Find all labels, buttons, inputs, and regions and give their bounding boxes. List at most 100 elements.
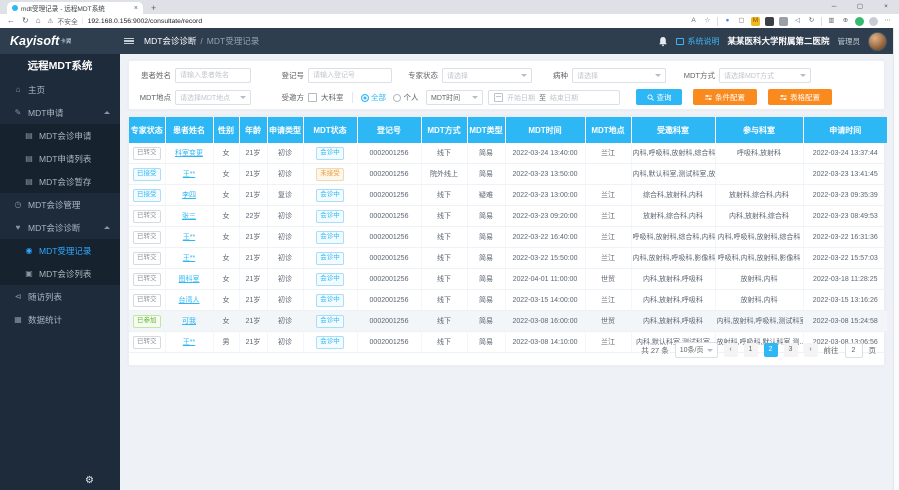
scrollbar[interactable]: [893, 28, 899, 490]
page-button-3[interactable]: 3: [784, 343, 798, 357]
mdt-status-tag: 会诊中: [316, 252, 344, 265]
table-row: 已转交科室变更女21岁初诊会诊中0002001256线下简易2022-03-24…: [129, 143, 887, 164]
home-icon[interactable]: ⌂: [36, 17, 41, 25]
sidebar-item-MDT会诊申请[interactable]: ▤MDT会诊申请: [0, 124, 120, 147]
column-header: MDT地点: [585, 117, 631, 143]
refresh-ext-icon[interactable]: ↻: [807, 17, 816, 26]
system-note-link[interactable]: 系统说明: [676, 36, 719, 47]
column-header: 年龄: [239, 117, 267, 143]
prev-page-button[interactable]: ‹: [724, 343, 738, 357]
patient-name-field: 患者姓名: [135, 68, 251, 83]
condition-config-button[interactable]: 条件配置: [693, 89, 757, 105]
patient-name-link[interactable]: 李四: [182, 192, 196, 199]
sidebar-item-label: MDT申请: [28, 107, 63, 119]
sidebar-item-MDT会诊暂存[interactable]: ▤MDT会诊暂存: [0, 170, 120, 193]
sidebar-item-label: MDT会诊暂存: [39, 176, 91, 188]
user-avatar[interactable]: [868, 32, 887, 51]
patient-name-link[interactable]: 台湾人: [179, 297, 200, 304]
next-page-button[interactable]: ›: [804, 343, 818, 357]
time-type-select[interactable]: MDT时间: [426, 90, 483, 105]
more-options-icon[interactable]: ⋯: [883, 17, 892, 26]
menu-collapse-icon[interactable]: [124, 38, 134, 45]
patient-name-input[interactable]: [175, 68, 251, 83]
disease-select[interactable]: 请选择: [572, 68, 666, 83]
minimize-button[interactable]: ─: [821, 0, 847, 14]
column-header: 申请时间: [803, 117, 887, 143]
sidebar-item-MDT会诊管理[interactable]: ◷MDT会诊管理: [0, 193, 120, 216]
table-row: 已转交图科室女21岁初诊会诊中0002001256线下简易2022-04-01 …: [129, 269, 887, 290]
search-button[interactable]: 查询: [636, 89, 682, 105]
expert-status-tag: 已转交: [133, 273, 161, 286]
patient-name-link[interactable]: 张三: [182, 213, 196, 220]
sidebar-item-主页[interactable]: ⌂主页: [0, 78, 120, 101]
text-zoom-icon[interactable]: A: [689, 17, 698, 26]
patient-name-link[interactable]: 可我: [182, 318, 196, 325]
close-button[interactable]: ×: [873, 0, 899, 14]
page-size-select[interactable]: 10条/页: [675, 342, 718, 358]
date-range-picker[interactable]: 开始日期 至 结束日期: [488, 90, 620, 105]
sidebar-item-label: MDT申请列表: [39, 153, 91, 165]
table-config-button[interactable]: 表格配置: [768, 89, 832, 105]
expert-status-select[interactable]: 请选择: [442, 68, 532, 83]
patient-name-link[interactable]: 科室变更: [175, 150, 203, 157]
sidebar-item-数据统计[interactable]: ▦数据统计: [0, 308, 120, 331]
sidebar: 远程MDT系统 ⌂主页✎MDT申请▤MDT会诊申请▤MDT申请列表▤MDT会诊暂…: [0, 54, 120, 490]
browser-essentials-icon[interactable]: ⊕: [841, 17, 850, 26]
split-screen-icon[interactable]: ▥: [827, 17, 836, 26]
patient-name-link[interactable]: 王**: [183, 234, 195, 241]
mdt-status-tag: 未接受: [316, 168, 344, 181]
goto-page-input[interactable]: [845, 343, 863, 358]
app-header: Kayisoft卡翼 MDT会诊诊断 / MDT受理记录 系统说明 某某医科大学…: [0, 28, 893, 54]
new-tab-button[interactable]: +: [151, 2, 156, 14]
mdt-mode-select[interactable]: 请选择MDT方式: [719, 68, 811, 83]
invitee-field: 受邀方 大科室 全部个人科室: [276, 90, 451, 105]
sidebar-menu: ⌂主页✎MDT申请▤MDT会诊申请▤MDT申请列表▤MDT会诊暂存◷MDT会诊管…: [0, 78, 120, 331]
mdt-place-select[interactable]: 请选择MDT地点: [175, 90, 251, 105]
disease-label: 病种: [548, 70, 568, 81]
extension-m-icon[interactable]: M: [751, 17, 760, 26]
table-row: 已参加可我女21岁初诊会诊中0002001256线下简易2022-03-08 1…: [129, 311, 887, 332]
table-row: 已接受王**女21岁初诊未接受0002001256院外线上简易2022-03-2…: [129, 164, 887, 185]
page-button-1[interactable]: 1: [744, 343, 758, 357]
dept-checkbox[interactable]: [308, 93, 317, 102]
home-icon: ⌂: [13, 86, 23, 94]
sidebar-item-MDT受理记录[interactable]: ◉MDT受理记录: [0, 239, 120, 262]
sidebar-item-随访列表[interactable]: ⊲随访列表: [0, 285, 120, 308]
sidebar-item-MDT会诊诊断[interactable]: ♥MDT会诊诊断: [0, 216, 120, 239]
settings-gear-icon[interactable]: ⚙: [85, 476, 94, 486]
reg-no-input[interactable]: [308, 68, 392, 83]
page-button-2[interactable]: 2: [764, 343, 778, 357]
sidebar-item-MDT申请列表[interactable]: ▤MDT申请列表: [0, 147, 120, 170]
user-role: 管理员: [838, 36, 861, 47]
radio-label: 个人: [404, 92, 419, 103]
extension-blue-icon[interactable]: ●: [723, 17, 732, 26]
sidebar-item-MDT申请[interactable]: ✎MDT申请: [0, 101, 120, 124]
refresh-icon[interactable]: ↻: [22, 17, 29, 25]
patient-name-link[interactable]: 王**: [183, 339, 195, 346]
chevron-up-icon: [104, 111, 110, 114]
mute-tab-icon[interactable]: ◁: [793, 17, 802, 26]
url-zone[interactable]: ⚠ 不安全 | 192.168.0.156:9002/consultate/re…: [48, 16, 203, 26]
patient-name-link[interactable]: 图科室: [179, 276, 200, 283]
bell-icon[interactable]: [658, 36, 668, 47]
collections-icon[interactable]: ▢: [737, 17, 746, 26]
patient-name-link[interactable]: 王**: [183, 255, 195, 262]
column-header: MDT时间: [505, 117, 585, 143]
patient-name-link[interactable]: 王**: [183, 171, 195, 178]
tab-close-icon[interactable]: ×: [134, 5, 138, 12]
radio-icon: [393, 94, 401, 102]
extension-dark-icon[interactable]: [765, 17, 774, 26]
scope-radio-全部[interactable]: 全部: [361, 92, 387, 103]
scope-radio-个人[interactable]: 个人: [393, 92, 419, 103]
profile-icon[interactable]: [869, 17, 878, 26]
sidebar-item-label: MDT受理记录: [39, 245, 91, 257]
extension-gray-icon[interactable]: [779, 17, 788, 26]
favorite-star-icon[interactable]: ☆: [703, 17, 712, 26]
browser-tab[interactable]: mdt受理记录 - 远程MDT系统 ×: [7, 2, 143, 14]
chat-icon[interactable]: [855, 17, 864, 26]
maximize-button[interactable]: ▢: [847, 0, 873, 14]
breadcrumb-parent[interactable]: MDT会诊诊断: [144, 35, 196, 47]
sidebar-item-MDT会诊列表[interactable]: ▣MDT会诊列表: [0, 262, 120, 285]
sidebar-item-label: MDT会诊申请: [39, 130, 91, 142]
back-icon[interactable]: ←: [7, 17, 15, 25]
